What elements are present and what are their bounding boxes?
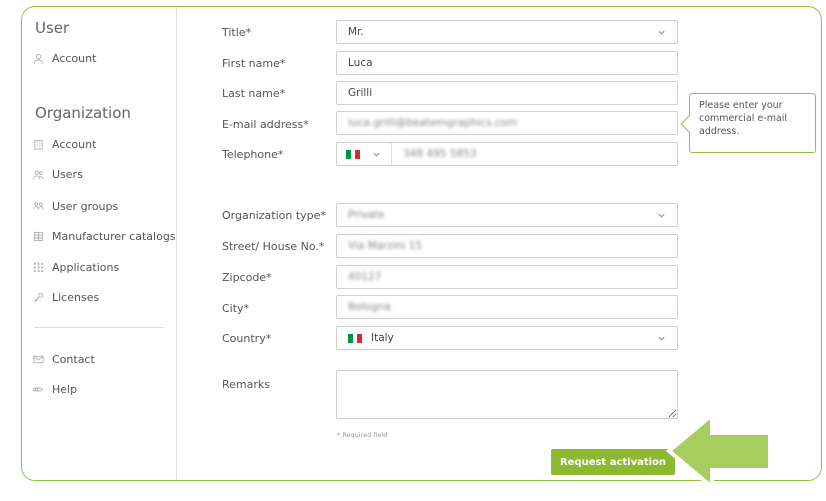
chevron-down-icon (656, 27, 666, 37)
chevron-down-icon (656, 210, 666, 220)
country-value: Italy (371, 332, 394, 344)
last-name-label: Last name* (222, 87, 286, 100)
italy-flag-icon (348, 333, 363, 343)
sidebar-item-licenses[interactable]: Licenses (32, 287, 99, 307)
required-field-note: * Required field (337, 431, 388, 439)
email-value: luca.grilli@beatemgraphics.com (348, 117, 518, 129)
telephone-value: 348 495 5853 (403, 148, 477, 160)
sidebar-item-label: Applications (52, 260, 120, 274)
sidebar-item-user-groups[interactable]: User groups (32, 196, 118, 216)
request-activation-button[interactable]: Request activation (551, 449, 675, 475)
org-type-label: Organization type* (222, 209, 326, 222)
sidebar-item-label: Help (52, 382, 78, 396)
city-value: Bologna (348, 301, 391, 313)
catalog-icon (32, 230, 44, 242)
email-field[interactable]: luca.grilli@beatemgraphics.com (336, 111, 678, 135)
email-tooltip: Please enter your commercial e-mail addr… (680, 93, 816, 153)
sidebar-section-organization: Organization (35, 104, 131, 122)
street-field[interactable]: Via Marzini 15 (336, 234, 678, 258)
sidebar-item-label: Account (52, 137, 97, 151)
sidebar-item-label: Contact (52, 352, 95, 366)
chevron-down-icon (656, 333, 666, 343)
users-icon (32, 168, 44, 180)
remarks-textarea[interactable] (336, 370, 678, 419)
sidebar-item-label: Users (52, 167, 83, 181)
org-type-value: Private (348, 209, 385, 221)
country-label: Country* (222, 332, 272, 345)
user-icon (32, 52, 44, 64)
sidebar-divider (34, 327, 164, 328)
title-label: Title* (222, 26, 252, 39)
country-select[interactable]: Italy (336, 326, 678, 350)
sidebar-item-contact[interactable]: Contact (32, 349, 95, 369)
email-label: E-mail address* (222, 118, 309, 131)
help-icon (32, 383, 44, 395)
italy-flag-icon (346, 149, 361, 159)
sidebar-item-label: Account (52, 51, 97, 65)
zipcode-field[interactable]: 40127 (336, 265, 678, 289)
envelope-icon (32, 353, 44, 365)
apps-grid-icon (32, 261, 44, 273)
main-panel: User Account Organization Account Users … (21, 6, 822, 481)
last-name-field[interactable]: Grilli (336, 81, 678, 105)
sidebar-item-applications[interactable]: Applications (32, 257, 119, 277)
remarks-label: Remarks (222, 378, 270, 391)
city-label: City* (222, 302, 250, 315)
first-name-field[interactable]: Luca (336, 51, 678, 75)
sidebar-item-label: User groups (52, 199, 119, 213)
building-icon (32, 138, 44, 150)
sidebar: User Account Organization Account Users … (22, 7, 177, 480)
user-groups-icon (32, 200, 44, 212)
street-value: Via Marzini 15 (348, 240, 423, 252)
key-icon (32, 291, 44, 303)
callout-arrow-icon (665, 410, 772, 492)
city-field[interactable]: Bologna (336, 295, 678, 319)
sidebar-item-help[interactable]: Help (32, 379, 77, 399)
chevron-down-icon (371, 149, 381, 159)
org-type-select[interactable]: Private (336, 203, 678, 227)
country-code-dropdown[interactable] (346, 143, 392, 165)
sidebar-item-label: Manufacturer catalogs (52, 229, 176, 243)
sidebar-item-org-account[interactable]: Account (32, 134, 96, 154)
last-name-value: Grilli (348, 87, 373, 99)
telephone-label: Telephone* (222, 148, 284, 161)
telephone-field[interactable]: 348 495 5853 (336, 142, 678, 166)
title-select[interactable]: Mr. (336, 20, 678, 44)
sidebar-item-users[interactable]: Users (32, 164, 83, 184)
sidebar-item-label: Licenses (52, 290, 100, 304)
zipcode-value: 40127 (348, 271, 382, 283)
first-name-label: First name* (222, 57, 286, 70)
sidebar-item-manufacturer-catalogs[interactable]: Manufacturer catalogs (32, 226, 176, 246)
zipcode-label: Zipcode* (222, 271, 272, 284)
street-label: Street/ House No.* (222, 240, 325, 253)
title-value: Mr. (348, 26, 364, 38)
tooltip-text: Please enter your commercial e-mail addr… (699, 100, 788, 137)
first-name-value: Luca (348, 57, 373, 69)
sidebar-item-user-account[interactable]: Account (32, 48, 96, 68)
sidebar-section-user: User (35, 19, 70, 37)
tooltip-pointer (680, 115, 698, 133)
